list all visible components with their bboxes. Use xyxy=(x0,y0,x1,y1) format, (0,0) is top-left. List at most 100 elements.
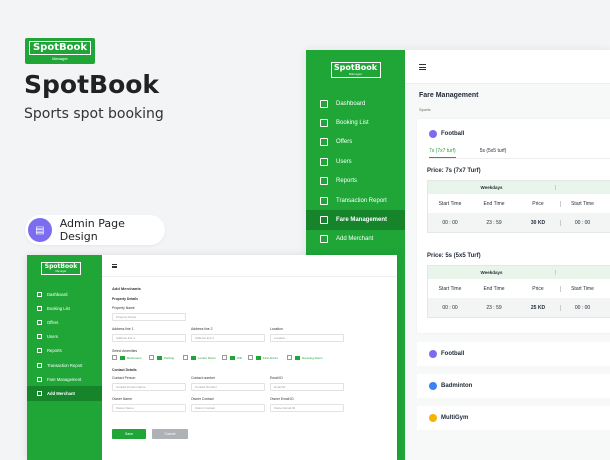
sidebar-item-users[interactable]: Users xyxy=(306,152,405,171)
users-icon xyxy=(37,334,42,340)
sidebar-item-fare-management[interactable]: Fare Management xyxy=(306,210,405,230)
owner-email-input[interactable]: Owner Email ID xyxy=(270,404,344,412)
price-heading-7s: Price: 7s (7x7 Turf) xyxy=(427,168,481,174)
menu-icon[interactable] xyxy=(112,263,117,268)
sidebar-item-booking-list[interactable]: Booking List xyxy=(306,113,405,132)
property-name-input[interactable]: Property Name xyxy=(112,313,186,321)
price-table-7s: Weekdays Start Time End Time Price Start Ti… xyxy=(427,180,610,233)
brand-subtitle: Sports spot booking xyxy=(24,106,164,122)
football-icon xyxy=(429,350,437,358)
page-title: Fare Management xyxy=(419,92,479,99)
sport-card-multigym[interactable]: MultiGym xyxy=(417,406,610,430)
amenity-first-aid[interactable]: First Aid kit xyxy=(248,355,278,360)
sidebar-item-add-merchant[interactable]: Add Merchant xyxy=(27,386,102,401)
calendar-icon xyxy=(320,119,328,128)
contact-number-input[interactable]: Contact Number xyxy=(191,383,265,391)
merchant-icon xyxy=(37,390,42,396)
contact-person-input[interactable]: Contact Person Name xyxy=(112,383,186,391)
email-label: Email ID xyxy=(270,376,283,380)
table-row: 00 : 00 23 : 59 30 KD 00 : 00 xyxy=(428,213,610,232)
topbar xyxy=(102,255,397,277)
location-input[interactable]: Location xyxy=(270,334,344,342)
transaction-icon xyxy=(320,196,328,205)
amenity-dressing-room[interactable]: Dressing Room xyxy=(287,355,323,360)
offers-icon xyxy=(37,319,42,325)
table-columns: Start Time End Time Price Start Time xyxy=(428,279,610,298)
sport-card-football[interactable]: Football xyxy=(417,342,610,366)
location-label: Location xyxy=(270,327,283,331)
email-input[interactable]: Email ID xyxy=(270,383,344,391)
owner-name-label: Owner Name xyxy=(112,397,132,401)
transaction-icon xyxy=(37,362,42,368)
sidebar-item-users[interactable]: Users xyxy=(27,330,102,344)
admin-badge: ▤ Admin Page Design xyxy=(25,215,165,245)
owner-name-input[interactable]: Owner Name xyxy=(112,404,186,412)
topbar xyxy=(405,50,610,84)
sport-card-badminton[interactable]: Badminton xyxy=(417,374,610,398)
brand-logo: SpotBook Manager xyxy=(25,38,95,64)
owner-email-label: Owner Email ID xyxy=(270,397,294,401)
locker-icon xyxy=(191,355,196,360)
calendar-icon xyxy=(37,305,42,311)
tab-5s[interactable]: 5s (5x5 turf) xyxy=(480,148,507,158)
main-content: Add Merchants Property Details Property … xyxy=(102,255,397,460)
tab-7s[interactable]: 7s (7x7 turf) xyxy=(429,148,456,158)
sidebar-item-booking-list[interactable]: Booking List xyxy=(27,301,102,315)
sport-card: Football 7s (7x7 turf) 5s (5x5 turf) Pri… xyxy=(417,119,610,333)
sidebar-item-dashboard[interactable]: Dashboard xyxy=(27,287,102,301)
save-button[interactable]: Save xyxy=(112,429,146,439)
football-icon xyxy=(429,130,437,138)
wifi-icon xyxy=(230,355,235,360)
dressing-room-icon xyxy=(295,355,300,360)
users-icon xyxy=(320,157,328,166)
turf-tabs: 7s (7x7 turf) 5s (5x5 turf) xyxy=(417,138,610,158)
amenity-locker-room[interactable]: Locker Room xyxy=(183,355,216,360)
price-table-5s: Weekdays Start Time End Time Price Start Ti… xyxy=(427,265,610,318)
sidebar-item-transaction-report[interactable]: Transaction Report xyxy=(306,191,405,210)
contact-person-label: Contact Person xyxy=(112,376,136,380)
contact-number-label: Contact number xyxy=(191,376,216,380)
reports-icon xyxy=(320,177,328,186)
menu-icon[interactable] xyxy=(419,63,426,70)
sidebar-logo: SpotBook Manager xyxy=(330,62,381,78)
table-header: Weekdays xyxy=(428,181,610,194)
amenity-wifi[interactable]: Wifi xyxy=(222,355,242,360)
brand-title: SpotBook xyxy=(24,70,160,99)
sidebar-item-reports[interactable]: Reports xyxy=(306,172,405,191)
owner-contact-input[interactable]: Owner Contact xyxy=(191,404,265,412)
admin-badge-label: Admin Page Design xyxy=(59,217,125,243)
brand-logo-sub: Manager xyxy=(52,56,68,61)
dashboard-icon xyxy=(37,291,42,297)
section-label: Sports xyxy=(419,107,431,112)
fare-icon xyxy=(320,216,328,225)
contact-details-heading: Contact Details xyxy=(112,368,137,372)
sidebar-item-fare-management[interactable]: Fare Management xyxy=(27,372,102,386)
sidebar-item-offers[interactable]: Offers xyxy=(27,315,102,329)
address-line2-label: Address line 2 xyxy=(191,327,213,331)
sidebar-item-dashboard[interactable]: Dashboard xyxy=(306,94,405,113)
brand-logo-text: SpotBook xyxy=(28,41,92,55)
fare-icon xyxy=(37,376,42,382)
badminton-icon xyxy=(429,382,437,390)
sidebar: SpotBook Manager Dashboard Booking List O… xyxy=(27,255,102,460)
offers-icon xyxy=(320,138,328,147)
sidebar-item-reports[interactable]: Reports xyxy=(27,344,102,358)
amenity-parking[interactable]: Parking xyxy=(149,355,174,360)
main-content: Fare Management Sports Football 7s (7x7 … xyxy=(405,50,610,460)
sidebar-nav: Dashboard Booking List Offers Users Repo… xyxy=(306,94,405,249)
table-header: Weekdays xyxy=(428,266,610,279)
cancel-button[interactable]: Cancel xyxy=(152,429,188,439)
sidebar-item-transaction-report[interactable]: Transaction Report xyxy=(27,358,102,372)
sidebar-item-offers[interactable]: Offers xyxy=(306,133,405,152)
amenity-restrooms[interactable]: Restrooms xyxy=(112,355,142,360)
merchant-icon xyxy=(320,235,328,244)
address-line1-input[interactable]: Address line 1 xyxy=(112,334,186,342)
price-heading-5s: Price: 5s (5x5 Turf) xyxy=(427,253,481,259)
first-aid-icon xyxy=(256,355,261,360)
amenities-label: Select Amenities xyxy=(112,349,138,353)
sport-header[interactable]: Football xyxy=(417,119,610,138)
sidebar-item-add-merchant[interactable]: Add Merchant xyxy=(306,230,405,249)
dashboard-icon xyxy=(320,99,328,108)
page-title: Add Merchants xyxy=(112,286,141,291)
address-line2-input[interactable]: Address line 2 xyxy=(191,334,265,342)
